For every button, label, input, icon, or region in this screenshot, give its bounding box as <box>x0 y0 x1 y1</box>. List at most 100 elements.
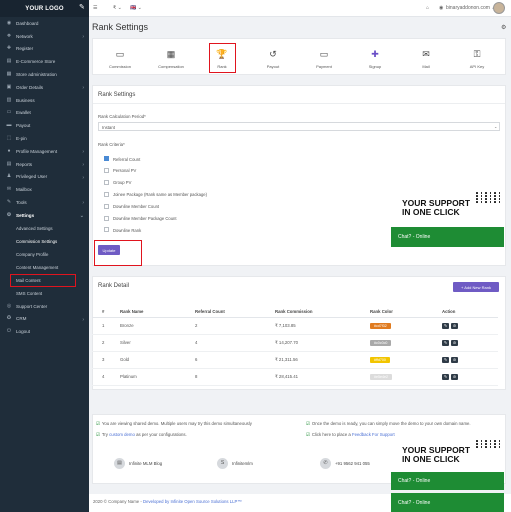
sidebar-item-store-administration[interactable]: ▦ Store administration <box>0 68 89 81</box>
chevron-icon: › <box>82 174 84 181</box>
chevron-icon: › <box>82 84 84 91</box>
settings-tabs: ▭ Commission ▦ Compensation 🏆 Rank ↺ Payout ▭ Pay… <box>92 38 506 75</box>
add-new-rank-button[interactable]: + Add New Rank <box>453 282 499 292</box>
tab-signup[interactable]: ✚ Signup <box>351 39 399 75</box>
criteria-checkbox[interactable] <box>104 203 109 209</box>
block-icon[interactable]: ⊘ <box>451 373 458 380</box>
table-cell: 6 <box>195 351 275 369</box>
user-menu[interactable]: binaryaddonon.com ⌄ <box>446 5 496 11</box>
sidebar-bottom-menu: ◎ Support Center ✪ CRM › ⏻ Logout <box>0 300 89 338</box>
menu-toggle-icon[interactable]: ☰ <box>93 5 97 11</box>
table-cell: 4 <box>195 334 275 352</box>
payout-icon: ▬ <box>6 122 12 129</box>
block-icon[interactable]: ⊘ <box>451 322 458 329</box>
edit-icon[interactable]: ✎ <box>442 339 449 346</box>
highlight-box <box>10 274 76 287</box>
settings-submenu: Advanced Settings Commission Settings Comp… <box>0 222 89 300</box>
chat-online-button[interactable]: Chat? - Online <box>391 493 504 512</box>
check-icon: ☑ <box>96 432 100 437</box>
edit-icon[interactable]: ✎ <box>442 373 449 380</box>
submenu-item-commission-settings[interactable]: Commission Settings <box>0 235 89 248</box>
criteria-label: Personal PV <box>113 168 137 174</box>
chat-online-button[interactable]: Chat? - Online <box>391 227 504 247</box>
sidebar-item-e-commerce-store[interactable]: ▤ E-Commerce Store <box>0 55 89 68</box>
page-title: Rank Settings <box>92 22 149 32</box>
table-cell: ₹ 28,415.41 <box>275 368 370 386</box>
sidebar-item-settings[interactable]: ⚙ Settings ⌄ <box>0 209 89 222</box>
tab-payout[interactable]: ↺ Payout <box>249 39 297 75</box>
criteria-checkbox[interactable] <box>104 167 109 173</box>
developer-link[interactable]: Developed by Infinite Open Source Soluti… <box>143 499 242 504</box>
blog-icon: ▤ <box>114 458 125 469</box>
sidebar-item-reports[interactable]: ▤ Reports › <box>0 158 89 171</box>
criteria-checkbox[interactable] <box>104 179 109 185</box>
chat-online-button[interactable]: Chat? - Online <box>391 472 504 490</box>
sidebar-item-crm[interactable]: ✪ CRM › <box>0 313 89 326</box>
order-icon: ▣ <box>6 83 12 90</box>
submenu-item-sms-content[interactable]: SMS Content <box>0 287 89 300</box>
sidebar-item-label: E-pin <box>16 136 27 142</box>
submenu-item-content-management[interactable]: Content Management <box>0 261 89 274</box>
submenu-item-advanced-settings[interactable]: Advanced Settings <box>0 222 89 235</box>
criteria-checkbox[interactable] <box>104 215 109 221</box>
block-icon[interactable]: ⊘ <box>451 339 458 346</box>
tab-label: Payout <box>266 64 280 69</box>
whatsapp-icon: ✆ <box>320 458 331 469</box>
edit-icon[interactable]: ✎ <box>442 322 449 329</box>
custom-demo-link[interactable]: custom demo <box>109 432 135 437</box>
sidebar-item-network[interactable]: ❖ Network › <box>0 30 89 43</box>
tab-api-key[interactable]: ⚿ API Key <box>453 39 501 75</box>
sidebar-item-label: CRM <box>16 316 27 322</box>
table-row: 4 Platinum 8 ₹ 28,415.41 #e5e4e2 ✎ ⊘ <box>92 368 498 386</box>
edit-icon[interactable]: ✎ <box>442 356 449 363</box>
sidebar-item-e-pin[interactable]: ⬚ E-pin <box>0 132 89 145</box>
notification-icon[interactable]: ◉ <box>439 5 443 11</box>
avatar[interactable] <box>493 2 505 14</box>
feedback-link[interactable]: Feedback For Support <box>352 432 395 437</box>
block-icon[interactable]: ⊘ <box>451 356 458 363</box>
tab-mail[interactable]: ✉ Mail <box>402 39 450 75</box>
tab-compensation[interactable]: ▦ Compensation <box>147 39 195 75</box>
sidebar-item-register[interactable]: ✚ Register <box>0 43 89 56</box>
currency-selector[interactable]: ₹ ⌄ <box>113 5 122 11</box>
criteria-checkbox[interactable] <box>104 227 109 233</box>
sidebar-item-mailbox[interactable]: ✉ Mailbox <box>0 183 89 196</box>
skype-icon: S <box>217 458 228 469</box>
tab-commission[interactable]: ▭ Commission <box>96 39 144 75</box>
sidebar-item-privileged-user[interactable]: ♟ Privileged User › <box>0 171 89 184</box>
table-cell: ₹ 14,207.70 <box>275 334 370 352</box>
sidebar-item-profile-management[interactable]: ● Profile Management › <box>0 145 89 158</box>
action-cell: ✎ ⊘ <box>442 317 498 335</box>
sidebar-item-ewallet[interactable]: ▭ Ewallet <box>0 107 89 120</box>
contact-text[interactable]: +91 9562 941 055 <box>335 461 370 466</box>
sidebar-item-label: Dashboard <box>16 20 39 26</box>
sidebar-item-tools[interactable]: ✎ Tools › <box>0 196 89 209</box>
sidebar-item-dashboard[interactable]: ◉ Dashboard <box>0 17 89 30</box>
contact-text[interactable]: Infinite MLM Blog <box>129 461 162 466</box>
sidebar-item-support-center[interactable]: ◎ Support Center <box>0 300 89 313</box>
language-selector[interactable]: 🇬🇧 ⌄ <box>130 5 142 11</box>
sidebar-item-logout[interactable]: ⏻ Logout <box>0 325 89 338</box>
color-cell: #cd7f32 <box>370 317 442 335</box>
tab-payment[interactable]: ▭ Payment <box>300 39 348 75</box>
table-row: 1 Bronze 2 ₹ 7,103.85 #cd7f32 ✎ ⊘ <box>92 317 498 335</box>
support-line-2: IN ONE CLICK <box>402 207 460 217</box>
criteria-checkbox[interactable] <box>104 191 109 197</box>
gear-icon[interactable]: ⚙ <box>501 24 506 31</box>
period-select[interactable]: Instant <box>98 122 500 131</box>
sidebar-item-label: Reports <box>16 161 33 167</box>
profile-icon: ● <box>7 147 11 154</box>
cart-icon[interactable]: ⌂ <box>426 5 429 11</box>
support-line-2: IN ONE CLICK <box>402 454 460 464</box>
contact-text[interactable]: Infinitemlm <box>232 461 253 466</box>
info-text: Click here to place a <box>311 432 352 437</box>
sidebar-item-label: Tools <box>16 200 27 206</box>
sidebar-menu: ◉ Dashboard ❖ Network › ✚ Register ▤ E-Commerce … <box>0 17 89 222</box>
sidebar-item-business[interactable]: ▥ Business <box>0 94 89 107</box>
sidebar-item-order-details[interactable]: ▣ Order Details › <box>0 81 89 94</box>
sidebar-item-payout[interactable]: ▬ Payout <box>0 119 89 132</box>
criteria-checkbox[interactable] <box>104 156 109 161</box>
info-left-1: ☑ You are viewing shared demo. Multiple u… <box>96 421 252 427</box>
submenu-item-company-profile[interactable]: Company Profile <box>0 248 89 261</box>
edit-icon[interactable]: ✎ <box>79 4 86 11</box>
